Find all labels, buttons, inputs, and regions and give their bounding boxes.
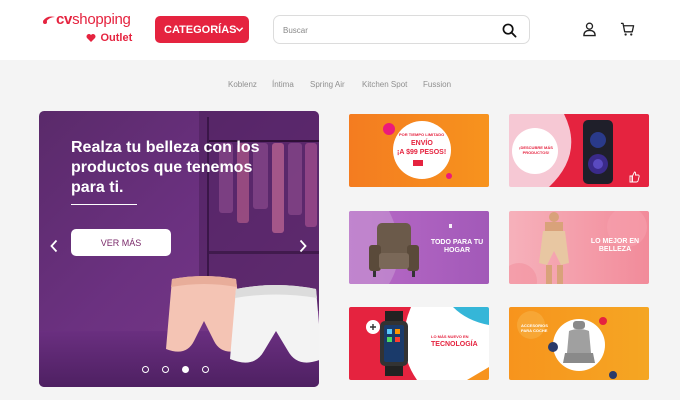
tile-tecnologia-small: LO MÁS NUEVO EN [431,334,469,339]
promo-tile-descubre[interactable]: ¡DESCUBRE MÁS PRODUCTOS! [509,114,649,187]
brand-link-kitchen-spot[interactable]: Kitchen Spot [362,80,407,89]
chevron-right-icon[interactable] [298,239,308,253]
tile-envio-small: POR TIEMPO LIMITADO [399,132,445,137]
logo-outlet-line: Outlet [86,29,133,44]
promo-tile-envio[interactable]: POR TIEMPO LIMITADO ENVÍO ¡A $99 PESOS! [349,114,489,187]
brand-link-fussion[interactable]: Fussion [423,80,451,89]
search-box [273,15,530,44]
hero-title: Realza tu belleza con los productos que … [71,139,260,196]
tile-descubre-text: ¡DESCUBRE MÁS PRODUCTOS! [519,145,553,155]
search-input[interactable] [283,22,483,38]
logo-wordmark: cvshopping [56,11,131,28]
promo-tile-accesorios-coche[interactable]: ACCESORIOS PARA COCHE [509,307,649,380]
brand-nav: Koblenz Íntima Spring Air Kitchen Spot F… [0,80,680,92]
logo-swoosh-icon [43,16,55,24]
ver-mas-button[interactable]: VER MÁS [71,229,171,256]
promo-tile-tecnologia[interactable]: LO MÁS NUEVO EN TECNOLOGÍA [349,307,489,380]
brand-link-spring-air[interactable]: Spring Air [310,80,345,89]
carousel-dot-active[interactable] [182,366,189,373]
carousel-dot[interactable] [202,366,209,373]
tile-accesorios-text: ACCESORIOS PARA COCHE [521,323,548,333]
user-icon[interactable] [582,21,597,37]
tile-belleza-text: LO MEJOR EN BELLEZA [590,238,640,253]
logo-outlet-text: Outlet [100,31,133,44]
chevron-left-icon[interactable] [49,239,59,253]
chevron-down-icon [235,27,244,32]
promo-tile-belleza[interactable]: LO MEJOR EN BELLEZA [509,211,649,284]
thumbs-up-icon [629,171,640,183]
brand-link-intima[interactable]: Íntima [272,80,294,89]
tile-envio-line2: ¡A $99 PESOS! [397,149,447,156]
carousel-dot[interactable] [162,366,169,373]
car-seat-graphic [517,311,617,379]
site-header: cvshopping Outlet CATEGORÍAS [0,0,680,60]
hero-carousel[interactable]: Realza tu belleza con los productos que … [39,111,319,387]
tile-tecnologia-text: TECNOLOGÍA [431,341,478,348]
cart-icon[interactable] [620,21,635,37]
cvshopping-outlet-logo[interactable]: cvshopping Outlet [42,12,142,46]
promo-tile-hogar[interactable]: TODO PARA TU HOGAR [349,211,489,284]
carousel-dots [139,366,219,374]
hero-title-underline [71,204,137,205]
carousel-dot[interactable] [142,366,149,373]
heart-icon [86,33,96,42]
tile-envio-line1: ENVÍO [411,140,433,147]
categories-button-label: CATEGORÍAS [164,23,237,36]
search-icon[interactable] [502,23,517,38]
categories-button[interactable]: CATEGORÍAS [155,16,249,43]
tile-hogar-text: TODO PARA TU HOGAR [430,239,484,254]
brand-link-koblenz[interactable]: Koblenz [228,80,257,89]
shorts-product-image [166,276,319,363]
